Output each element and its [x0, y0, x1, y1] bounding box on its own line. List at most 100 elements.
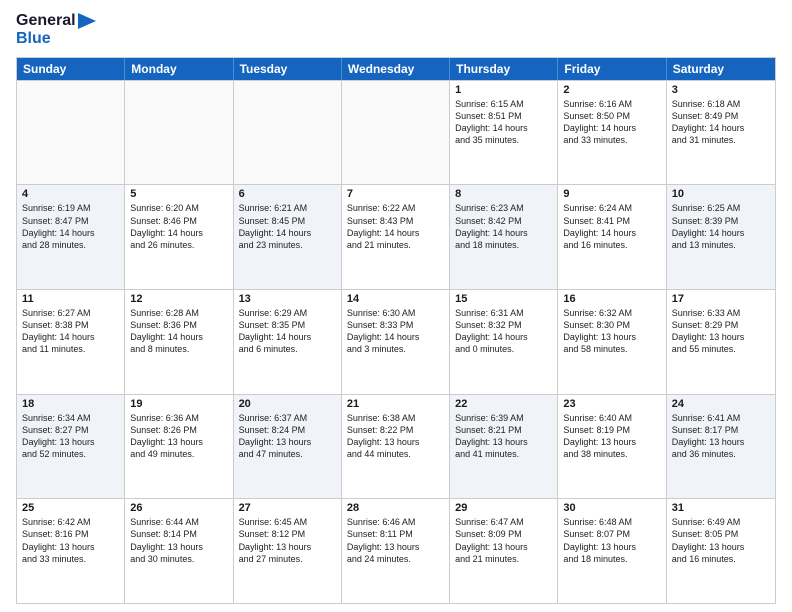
day-number: 8: [455, 188, 552, 200]
day-details: Sunrise: 6:31 AM Sunset: 8:32 PM Dayligh…: [455, 307, 552, 356]
calendar-cell-empty-0: [17, 81, 125, 185]
calendar-cell-16: 16Sunrise: 6:32 AM Sunset: 8:30 PM Dayli…: [558, 290, 666, 394]
calendar-header-thursday: Thursday: [450, 58, 558, 80]
calendar-cell-15: 15 Sunrise: 6:31 AM Sunset: 8:32 PM Dayli…: [450, 290, 558, 394]
day-details: Sunrise: 6:22 AM Sunset: 8:43 PM Dayligh…: [347, 202, 444, 251]
day-details: Sunrise: 6:46 AM Sunset: 8:11 PM Dayligh…: [347, 516, 444, 565]
day-number: 4: [22, 188, 119, 200]
calendar-cell-empty-2: [234, 81, 342, 185]
calendar-cell-19: 19 Sunrise: 6:36 AM Sunset: 8:26 PM Dayli…: [125, 395, 233, 499]
logo-arrow: [78, 13, 96, 29]
day-details: Sunrise: 6:40 AM Sunset: 8:19 PM Dayligh…: [563, 412, 660, 461]
calendar-header-friday: Friday: [558, 58, 666, 80]
calendar-cell-7: 7 Sunrise: 6:22 AM Sunset: 8:43 PM Daylig…: [342, 185, 450, 289]
day-details: Sunrise: 6:15 AM Sunset: 8:51 PM Dayligh…: [455, 98, 552, 147]
day-details: Sunrise: 6:28 AM Sunset: 8:36 PM Dayligh…: [130, 307, 227, 356]
day-number: 23: [563, 398, 660, 410]
calendar-cell-10: 10Sunrise: 6:25 AM Sunset: 8:39 PM Dayli…: [667, 185, 775, 289]
day-number: 1: [455, 84, 552, 96]
day-number: 5: [130, 188, 227, 200]
day-number: 28: [347, 502, 444, 514]
calendar-cell-13: 13Sunrise: 6:29 AM Sunset: 8:35 PM Dayli…: [234, 290, 342, 394]
calendar-cell-8: 8 Sunrise: 6:23 AM Sunset: 8:42 PM Daylig…: [450, 185, 558, 289]
calendar-cell-17: 17 Sunrise: 6:33 AM Sunset: 8:29 PM Dayli…: [667, 290, 775, 394]
day-details: Sunrise: 6:23 AM Sunset: 8:42 PM Dayligh…: [455, 202, 552, 251]
calendar-cell-21: 21 Sunrise: 6:38 AM Sunset: 8:22 PM Dayli…: [342, 395, 450, 499]
logo-blue: Blue: [16, 30, 96, 48]
calendar-header: SundayMondayTuesdayWednesdayThursdayFrid…: [17, 58, 775, 80]
day-number: 18: [22, 398, 119, 410]
day-number: 27: [239, 502, 336, 514]
day-number: 24: [672, 398, 770, 410]
calendar-row-3: 11Sunrise: 6:27 AM Sunset: 8:38 PM Dayli…: [17, 289, 775, 394]
calendar-cell-9: 9Sunrise: 6:24 AM Sunset: 8:41 PM Daylig…: [558, 185, 666, 289]
calendar-header-tuesday: Tuesday: [234, 58, 342, 80]
calendar-cell-22: 22 Sunrise: 6:39 AM Sunset: 8:21 PM Dayli…: [450, 395, 558, 499]
calendar-cell-31: 31 Sunrise: 6:49 AM Sunset: 8:05 PM Dayli…: [667, 499, 775, 603]
day-details: Sunrise: 6:24 AM Sunset: 8:41 PM Dayligh…: [563, 202, 660, 251]
day-details: Sunrise: 6:34 AM Sunset: 8:27 PM Dayligh…: [22, 412, 119, 461]
calendar: SundayMondayTuesdayWednesdayThursdayFrid…: [16, 57, 776, 604]
day-details: Sunrise: 6:42 AM Sunset: 8:16 PM Dayligh…: [22, 516, 119, 565]
calendar-cell-5: 5 Sunrise: 6:20 AM Sunset: 8:46 PM Daylig…: [125, 185, 233, 289]
calendar-cell-11: 11Sunrise: 6:27 AM Sunset: 8:38 PM Dayli…: [17, 290, 125, 394]
calendar-cell-1: 1 Sunrise: 6:15 AM Sunset: 8:51 PM Daylig…: [450, 81, 558, 185]
day-number: 12: [130, 293, 227, 305]
day-details: Sunrise: 6:30 AM Sunset: 8:33 PM Dayligh…: [347, 307, 444, 356]
day-number: 14: [347, 293, 444, 305]
day-details: Sunrise: 6:45 AM Sunset: 8:12 PM Dayligh…: [239, 516, 336, 565]
day-number: 21: [347, 398, 444, 410]
calendar-header-saturday: Saturday: [667, 58, 775, 80]
day-number: 26: [130, 502, 227, 514]
day-details: Sunrise: 6:29 AM Sunset: 8:35 PM Dayligh…: [239, 307, 336, 356]
calendar-row-5: 25 Sunrise: 6:42 AM Sunset: 8:16 PM Dayli…: [17, 498, 775, 603]
day-number: 17: [672, 293, 770, 305]
calendar-row-1: 1 Sunrise: 6:15 AM Sunset: 8:51 PM Daylig…: [17, 80, 775, 185]
calendar-cell-14: 14 Sunrise: 6:30 AM Sunset: 8:33 PM Dayli…: [342, 290, 450, 394]
calendar-cell-26: 26 Sunrise: 6:44 AM Sunset: 8:14 PM Dayli…: [125, 499, 233, 603]
calendar-cell-6: 6Sunrise: 6:21 AM Sunset: 8:45 PM Daylig…: [234, 185, 342, 289]
day-number: 15: [455, 293, 552, 305]
page: General Blue SundayMondayTuesdayWednesda…: [0, 0, 792, 612]
day-details: Sunrise: 6:41 AM Sunset: 8:17 PM Dayligh…: [672, 412, 770, 461]
calendar-cell-25: 25 Sunrise: 6:42 AM Sunset: 8:16 PM Dayli…: [17, 499, 125, 603]
calendar-header-wednesday: Wednesday: [342, 58, 450, 80]
calendar-cell-24: 24 Sunrise: 6:41 AM Sunset: 8:17 PM Dayli…: [667, 395, 775, 499]
calendar-cell-4: 4 Sunrise: 6:19 AM Sunset: 8:47 PM Daylig…: [17, 185, 125, 289]
calendar-row-4: 18 Sunrise: 6:34 AM Sunset: 8:27 PM Dayli…: [17, 394, 775, 499]
day-details: Sunrise: 6:19 AM Sunset: 8:47 PM Dayligh…: [22, 202, 119, 251]
calendar-cell-18: 18 Sunrise: 6:34 AM Sunset: 8:27 PM Dayli…: [17, 395, 125, 499]
calendar-cell-3: 3Sunrise: 6:18 AM Sunset: 8:49 PM Daylig…: [667, 81, 775, 185]
day-details: Sunrise: 6:49 AM Sunset: 8:05 PM Dayligh…: [672, 516, 770, 565]
calendar-body: 1 Sunrise: 6:15 AM Sunset: 8:51 PM Daylig…: [17, 80, 775, 603]
calendar-header-monday: Monday: [125, 58, 233, 80]
day-number: 30: [563, 502, 660, 514]
calendar-cell-12: 12 Sunrise: 6:28 AM Sunset: 8:36 PM Dayli…: [125, 290, 233, 394]
day-number: 25: [22, 502, 119, 514]
calendar-cell-empty-3: [342, 81, 450, 185]
day-details: Sunrise: 6:39 AM Sunset: 8:21 PM Dayligh…: [455, 412, 552, 461]
calendar-cell-30: 30Sunrise: 6:48 AM Sunset: 8:07 PM Dayli…: [558, 499, 666, 603]
logo-text: General Blue: [16, 12, 96, 49]
calendar-row-2: 4 Sunrise: 6:19 AM Sunset: 8:47 PM Daylig…: [17, 184, 775, 289]
day-number: 31: [672, 502, 770, 514]
day-number: 7: [347, 188, 444, 200]
day-number: 16: [563, 293, 660, 305]
day-details: Sunrise: 6:44 AM Sunset: 8:14 PM Dayligh…: [130, 516, 227, 565]
day-details: Sunrise: 6:47 AM Sunset: 8:09 PM Dayligh…: [455, 516, 552, 565]
day-details: Sunrise: 6:20 AM Sunset: 8:46 PM Dayligh…: [130, 202, 227, 251]
calendar-cell-29: 29Sunrise: 6:47 AM Sunset: 8:09 PM Dayli…: [450, 499, 558, 603]
day-details: Sunrise: 6:37 AM Sunset: 8:24 PM Dayligh…: [239, 412, 336, 461]
day-details: Sunrise: 6:36 AM Sunset: 8:26 PM Dayligh…: [130, 412, 227, 461]
day-number: 19: [130, 398, 227, 410]
day-details: Sunrise: 6:33 AM Sunset: 8:29 PM Dayligh…: [672, 307, 770, 356]
day-number: 3: [672, 84, 770, 96]
day-number: 20: [239, 398, 336, 410]
day-number: 22: [455, 398, 552, 410]
day-details: Sunrise: 6:38 AM Sunset: 8:22 PM Dayligh…: [347, 412, 444, 461]
logo-general: General: [16, 12, 76, 30]
day-details: Sunrise: 6:16 AM Sunset: 8:50 PM Dayligh…: [563, 98, 660, 147]
day-details: Sunrise: 6:21 AM Sunset: 8:45 PM Dayligh…: [239, 202, 336, 251]
day-details: Sunrise: 6:27 AM Sunset: 8:38 PM Dayligh…: [22, 307, 119, 356]
calendar-cell-20: 20 Sunrise: 6:37 AM Sunset: 8:24 PM Dayli…: [234, 395, 342, 499]
